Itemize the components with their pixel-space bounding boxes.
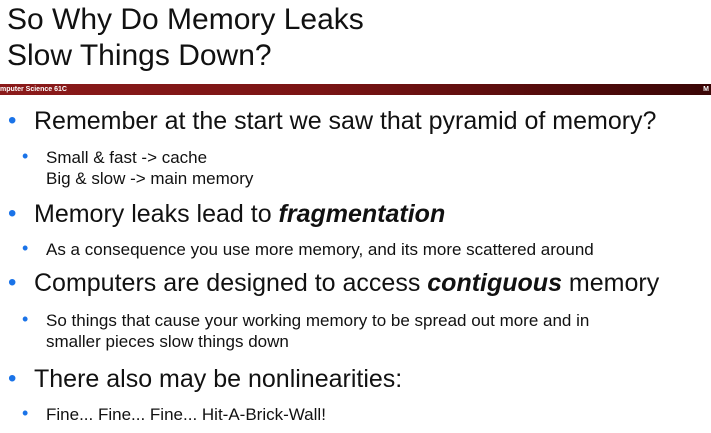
bullet-3-text-before: Computers are designed to access [34,269,428,297]
header-bar: mputer Science 61C M [0,84,711,95]
sub-bullet-3b: smaller pieces slow things down [46,331,289,352]
bullet-dot-icon: • [8,269,17,296]
sub-bullet-3a: • So things that cause your working memo… [22,309,590,331]
sub-bullet-2-text: As a consequence you use more memory, an… [46,240,594,259]
bullet-2-emphasis: fragmentation [278,200,446,228]
bullet-dot-icon: • [8,200,17,227]
bullet-4: • There also may be nonlinearities: [8,364,403,394]
bullet-dot-icon: • [22,403,29,423]
bullet-2-text-before: Memory leaks lead to [34,200,279,228]
bullet-3-emphasis: contiguous [427,269,562,297]
bullet-dot-icon: • [22,238,29,258]
sub-bullet-4: • Fine... Fine... Fine... Hit-A-Brick-Wa… [22,403,326,425]
bullet-dot-icon: • [22,146,29,166]
sub-bullet-4-text: Fine... Fine... Fine... Hit-A-Brick-Wall… [46,405,326,424]
bullet-2: • Memory leaks lead to fragmentation [8,199,446,229]
sub-bullet-1b: Big & slow -> main memory [46,168,253,189]
bullet-1-text: Remember at the start we saw that pyrami… [34,107,657,135]
sub-bullet-1a-text: Small & fast -> cache [46,148,208,167]
bullet-4-text: There also may be nonlinearities: [34,365,403,393]
sub-bullet-3b-text: smaller pieces slow things down [46,332,289,351]
bullet-3-text-after: memory [561,269,660,297]
bullet-1: • Remember at the start we saw that pyra… [8,106,657,136]
bullet-3: • Computers are designed to access conti… [8,268,660,298]
sub-bullet-1a: • Small & fast -> cache [22,146,208,168]
slide-title-line-2: Slow Things Down? [7,39,272,72]
header-bar-right-label: M [703,86,709,93]
slide-title: So Why Do Memory Leaks Slow Things Down? [7,2,364,74]
sub-bullet-1b-text: Big & slow -> main memory [46,169,254,188]
bullet-dot-icon: • [8,365,17,392]
sub-bullet-3a-text: So things that cause your working memory… [46,311,590,330]
sub-bullet-2: • As a consequence you use more memory, … [22,238,594,260]
course-label: mputer Science 61C [0,86,67,93]
bullet-dot-icon: • [22,309,29,329]
bullet-dot-icon: • [8,107,17,134]
slide-title-line-1: So Why Do Memory Leaks [7,3,364,36]
